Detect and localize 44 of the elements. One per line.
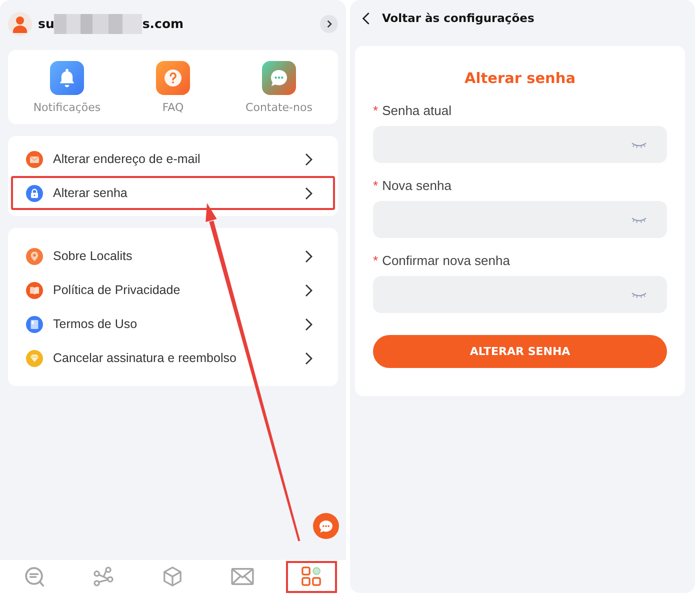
required-mark: * <box>373 178 378 194</box>
question-mark-icon <box>156 61 190 95</box>
required-mark: * <box>373 103 378 119</box>
chevron-right-icon <box>305 152 313 166</box>
password-field[interactable] <box>373 126 667 163</box>
chat-bubble-icon <box>262 61 296 95</box>
chat-bubble-icon <box>319 520 333 532</box>
chevron-right-icon <box>305 284 313 296</box>
email-text: su <box>38 15 54 33</box>
email-text: s.com <box>142 15 184 33</box>
magnifier-icon <box>24 566 46 587</box>
grid-icon <box>300 566 322 587</box>
required-mark: * <box>373 253 378 269</box>
bell-icon <box>50 61 84 95</box>
eye-closed-icon[interactable] <box>631 292 647 298</box>
envelope-icon <box>26 150 43 168</box>
avatar-icon <box>8 12 32 36</box>
envelope-icon <box>230 567 254 586</box>
password-field[interactable] <box>373 276 667 313</box>
nodes-icon <box>93 566 114 587</box>
chevron-left-icon <box>362 12 370 24</box>
book-icon <box>26 282 43 298</box>
menu-item[interactable]: Alterar endereço de e-mail <box>11 142 335 176</box>
cube-icon <box>162 566 184 587</box>
chevron-right-icon <box>305 352 313 364</box>
chat-button[interactable] <box>313 513 339 539</box>
menu-item[interactable]: Alterar senha <box>11 176 335 210</box>
eye-closed-icon[interactable] <box>631 142 647 148</box>
eye-closed-icon[interactable] <box>631 216 647 222</box>
chevron-right-icon <box>305 318 313 330</box>
field-label: Confirmar nova senha <box>382 253 510 269</box>
chevron-right-icon <box>305 186 313 200</box>
field-label: Senha atual <box>382 103 452 119</box>
nav-tab[interactable] <box>286 560 337 592</box>
form-title: Alterar senha <box>464 70 576 88</box>
document-icon <box>26 316 43 332</box>
password-field[interactable] <box>373 201 667 238</box>
chevron-right-icon <box>326 20 332 28</box>
chevron-button[interactable] <box>320 15 338 33</box>
field-label: Nova senha <box>382 178 452 194</box>
lock-icon <box>26 184 43 202</box>
location-pin-icon <box>26 248 43 264</box>
back-button[interactable]: Voltar às configurações <box>362 11 534 25</box>
chevron-right-icon <box>305 250 313 262</box>
